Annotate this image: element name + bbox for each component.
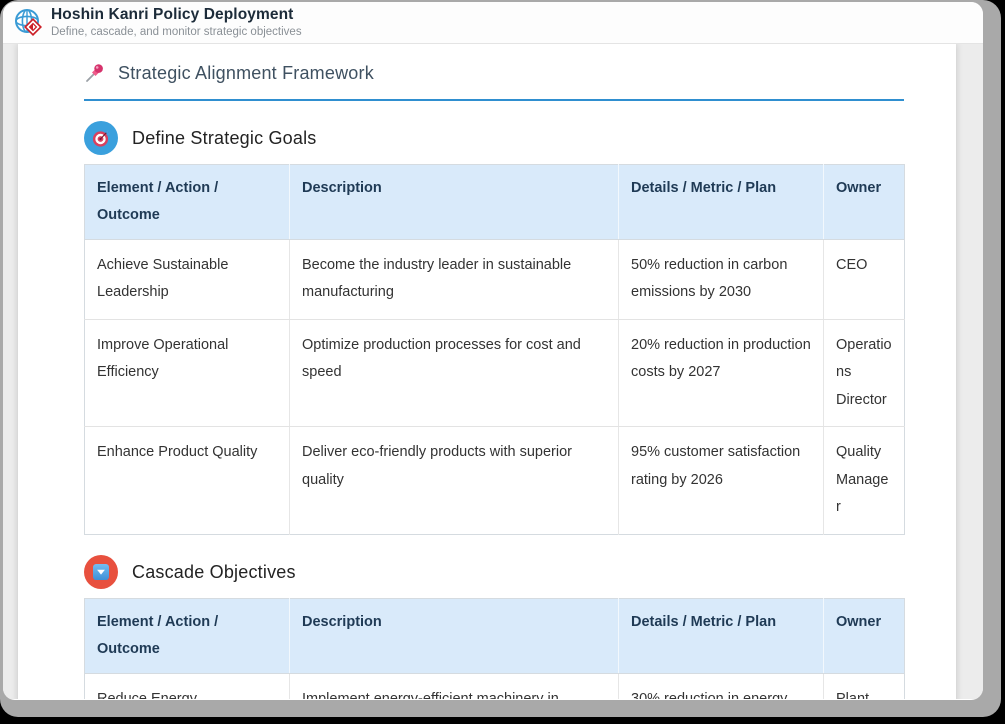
- section-title: Strategic Alignment Framework: [118, 63, 374, 84]
- column-header: Description: [290, 599, 619, 674]
- table-cell: Reduce Energy Consumption: [85, 673, 290, 699]
- column-header: Details / Metric / Plan: [619, 165, 824, 240]
- table-cell: Become the industry leader in sustainabl…: [290, 239, 619, 319]
- table-cell: Achieve Sustainable Leadership: [85, 239, 290, 319]
- column-header: Owner: [824, 599, 905, 674]
- table-cell: Plant Manager: [824, 673, 905, 699]
- column-header: Details / Metric / Plan: [619, 599, 824, 674]
- page-background: Strategic Alignment Framework: [3, 44, 983, 699]
- column-header: Description: [290, 165, 619, 240]
- column-header: Owner: [824, 165, 905, 240]
- table-cell: Enhance Product Quality: [85, 427, 290, 535]
- app-title: Hoshin Kanri Policy Deployment: [51, 6, 302, 24]
- column-header: Element / Action / Outcome: [85, 599, 290, 674]
- table-body: Reduce Energy ConsumptionImplement energ…: [85, 673, 905, 699]
- table-cell: Operations Director: [824, 319, 905, 427]
- table-head: Element / Action / OutcomeDescriptionDet…: [85, 165, 905, 240]
- table-cell: 50% reduction in carbon emissions by 203…: [619, 239, 824, 319]
- table-cell: Improve Operational Efficiency: [85, 319, 290, 427]
- subsection-define-strategic-goals: Define Strategic Goals Element / Action …: [84, 121, 904, 535]
- table-cell: Optimize production processes for cost a…: [290, 319, 619, 427]
- cascade-objectives-table: Element / Action / OutcomeDescriptionDet…: [84, 598, 905, 699]
- section-title-row: Strategic Alignment Framework: [84, 60, 904, 86]
- table-header-row: Element / Action / OutcomeDescriptionDet…: [85, 165, 905, 240]
- subsection-header: Cascade Objectives: [84, 555, 904, 589]
- table-head: Element / Action / OutcomeDescriptionDet…: [85, 599, 905, 674]
- content-card: Strategic Alignment Framework: [18, 44, 956, 699]
- table-row: Achieve Sustainable LeadershipBecome the…: [85, 239, 905, 319]
- strategic-goals-table: Element / Action / OutcomeDescriptionDet…: [84, 164, 905, 535]
- app-header-text: Hoshin Kanri Policy Deployment Define, c…: [51, 6, 302, 39]
- table-cell: 30% reduction in energy use by 2026: [619, 673, 824, 699]
- pushpin-icon: [84, 62, 105, 84]
- subsection-header: Define Strategic Goals: [84, 121, 904, 155]
- down-button-icon: [84, 555, 118, 589]
- app-logo-globe-icon: [13, 7, 45, 39]
- table-row: Improve Operational EfficiencyOptimize p…: [85, 319, 905, 427]
- app-subtitle: Define, cascade, and monitor strategic o…: [51, 26, 302, 39]
- table-header-row: Element / Action / OutcomeDescriptionDet…: [85, 599, 905, 674]
- table-cell: 95% customer satisfaction rating by 2026: [619, 427, 824, 535]
- target-icon: [84, 121, 118, 155]
- subsection-heading: Cascade Objectives: [132, 562, 296, 583]
- table-body: Achieve Sustainable LeadershipBecome the…: [85, 239, 905, 534]
- app-header: Hoshin Kanri Policy Deployment Define, c…: [3, 2, 983, 44]
- column-header: Element / Action / Outcome: [85, 165, 290, 240]
- section-accent-rule: [84, 99, 904, 101]
- subsection-heading: Define Strategic Goals: [132, 128, 317, 149]
- table-cell: Deliver eco-friendly products with super…: [290, 427, 619, 535]
- table-cell: CEO: [824, 239, 905, 319]
- table-cell: Quality Manager: [824, 427, 905, 535]
- table-cell: 20% reduction in production costs by 202…: [619, 319, 824, 427]
- table-cell: Implement energy-efficient machinery in …: [290, 673, 619, 699]
- table-row: Reduce Energy ConsumptionImplement energ…: [85, 673, 905, 699]
- app-window: Hoshin Kanri Policy Deployment Define, c…: [3, 2, 983, 700]
- subsection-cascade-objectives: Cascade Objectives Element / Action / Ou…: [84, 555, 904, 699]
- table-row: Enhance Product QualityDeliver eco-frien…: [85, 427, 905, 535]
